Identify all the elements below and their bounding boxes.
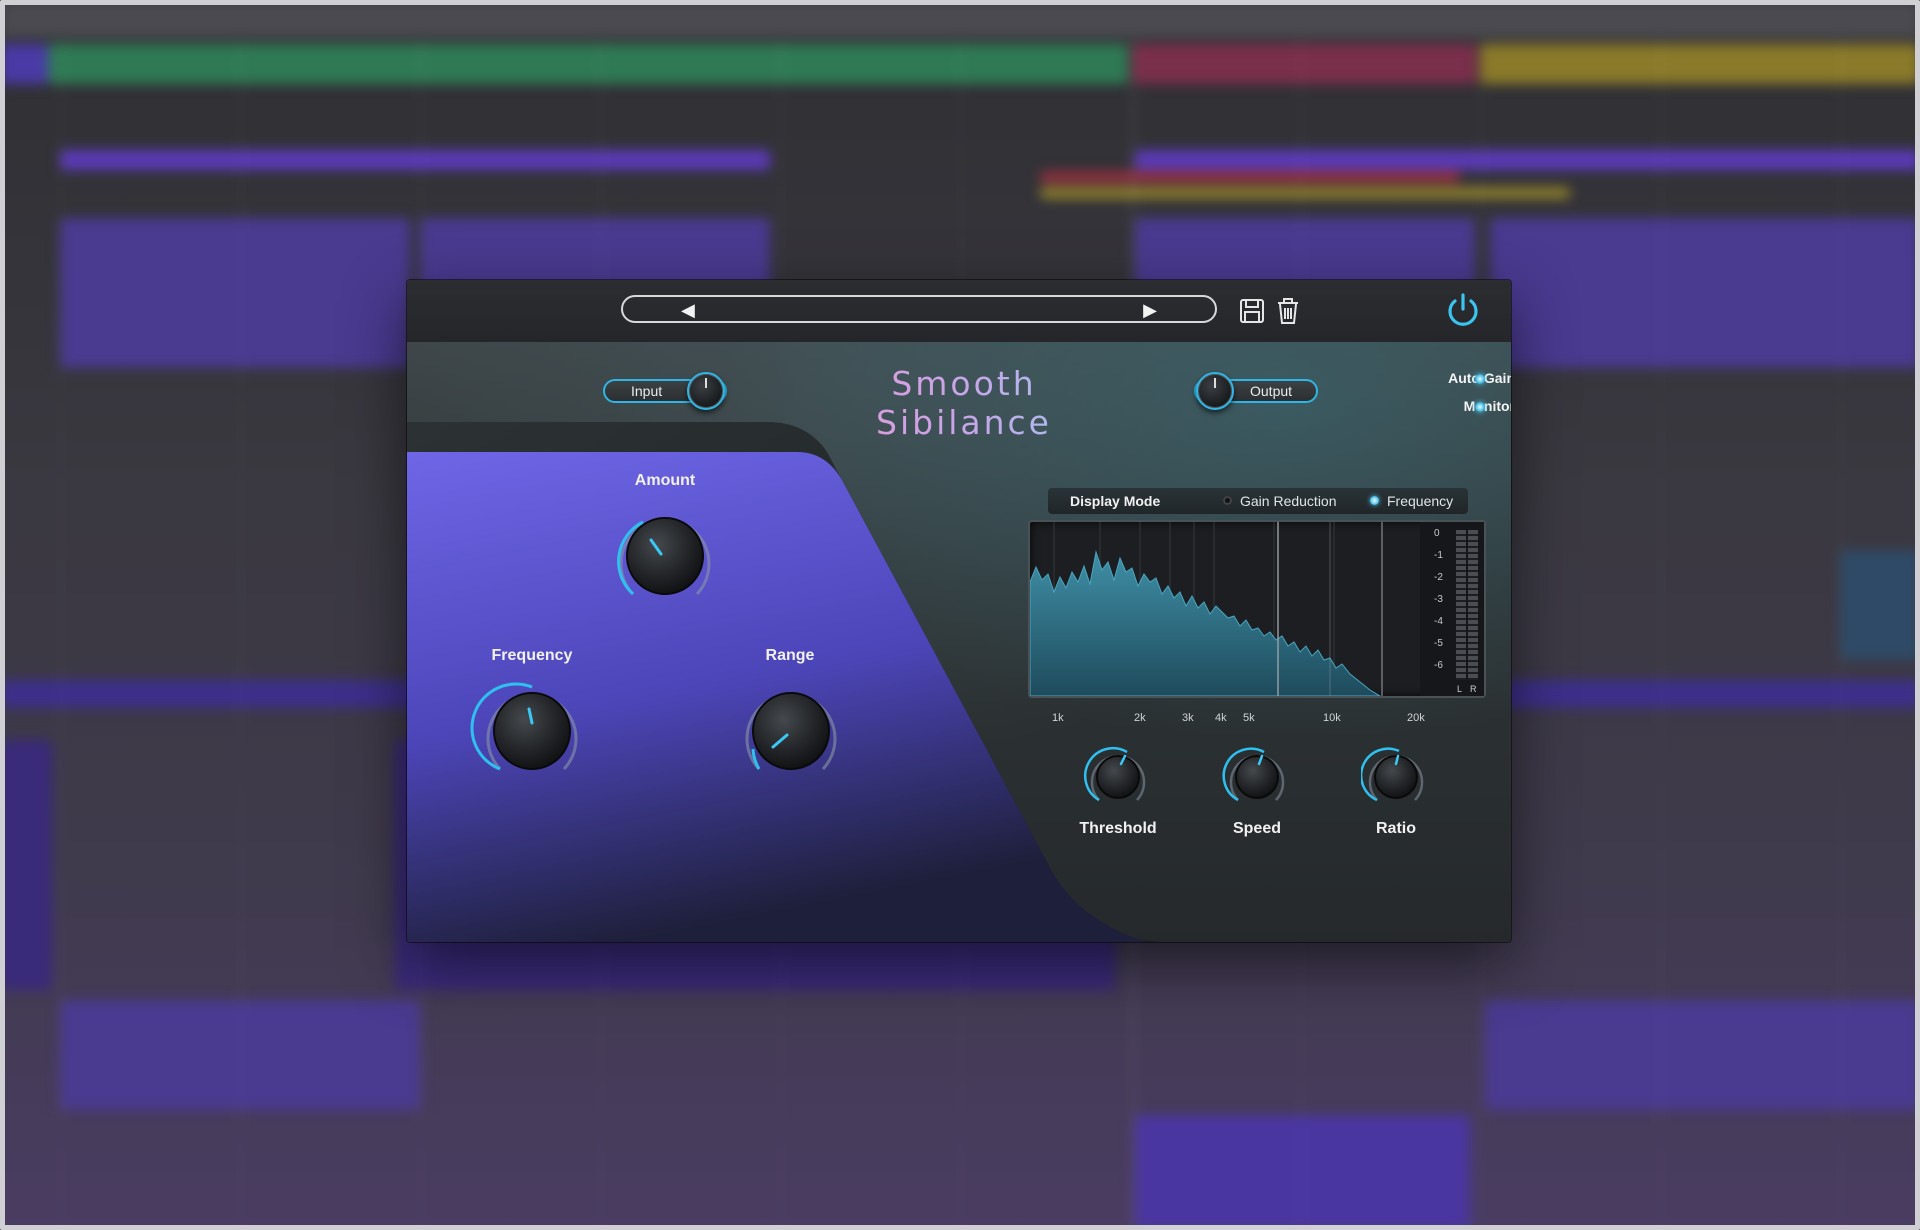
timeline-ruler <box>0 0 1920 38</box>
lane-clip <box>1040 172 1460 182</box>
meter-tick: -6 <box>1434 660 1443 671</box>
gain-reduction-label[interactable]: Gain Reduction <box>1240 493 1337 509</box>
meter-right-label: R <box>1470 684 1477 694</box>
frequency-radio[interactable] <box>1370 496 1379 505</box>
amount-knob[interactable] <box>603 494 727 618</box>
display-mode-bar: Display Mode Gain Reduction Frequency <box>1048 488 1468 514</box>
marker-region-green <box>48 44 1128 84</box>
meter-tick: -4 <box>1434 616 1443 627</box>
input-gain-knob[interactable] <box>687 372 725 410</box>
preset-selector[interactable]: ◀ ▶ <box>621 295 1217 323</box>
audio-clip <box>1840 550 1920 660</box>
gain-reduction-radio[interactable] <box>1223 496 1232 505</box>
freq-tick: 1k <box>1052 712 1064 724</box>
plugin-panel: Input Smooth Sibilance Output Auto Gain … <box>407 342 1511 942</box>
freq-tick: 20k <box>1407 712 1425 724</box>
chevron-right-icon[interactable]: ▶ <box>1143 300 1157 320</box>
meter-tick: -5 <box>1434 638 1443 649</box>
monitor-label: Monitor <box>1463 398 1511 414</box>
ratio-label: Ratio <box>1376 820 1416 837</box>
lane-clip <box>1135 150 1920 170</box>
meter-tick: 0 <box>1434 528 1440 539</box>
power-icon[interactable] <box>1443 290 1483 330</box>
frequency-display-label[interactable]: Frequency <box>1387 493 1453 509</box>
output-label: Output <box>1250 383 1293 399</box>
input-label: Input <box>631 383 663 399</box>
display-mode-label: Display Mode <box>1070 493 1161 509</box>
marker-region-red <box>1132 44 1477 84</box>
freq-tick: 3k <box>1182 712 1194 724</box>
freq-tick: 10k <box>1323 712 1341 724</box>
frequency-label: Frequency <box>491 647 573 664</box>
output-gain-knob[interactable] <box>1196 372 1234 410</box>
midi-clip <box>1135 1115 1470 1230</box>
range-label: Range <box>765 647 815 664</box>
lane-clip <box>1040 188 1570 198</box>
plugin-window: ◀ ▶ Input Smooth Sibilance Output Auto G… <box>407 280 1511 942</box>
auto-gain-toggle[interactable] <box>1475 374 1485 384</box>
range-knob[interactable] <box>729 669 853 793</box>
meter-tick: -1 <box>1434 550 1443 561</box>
frequency-knob[interactable] <box>470 669 594 793</box>
meter-right-bar <box>1468 530 1478 680</box>
plugin-title: Smooth Sibilance <box>804 364 1124 442</box>
threshold-label: Threshold <box>1079 820 1157 837</box>
midi-clip <box>1485 1000 1920 1110</box>
speed-knob[interactable] <box>1222 742 1292 812</box>
input-gain-control[interactable]: Input <box>603 372 727 410</box>
freq-tick: 2k <box>1134 712 1146 724</box>
speed-label: Speed <box>1232 820 1281 837</box>
threshold-knob[interactable] <box>1083 742 1153 812</box>
midi-clip <box>60 218 410 368</box>
amount-label: Amount <box>634 472 696 489</box>
midi-clip <box>1490 218 1920 368</box>
meter-left-bar <box>1456 530 1466 680</box>
meter-tick: -2 <box>1434 572 1443 583</box>
spectrum-graph <box>1030 522 1383 696</box>
output-meter: 0 -1 -2 -3 -4 -5 -6 L R <box>1420 522 1484 696</box>
ratio-knob[interactable] <box>1361 742 1431 812</box>
freq-tick: 5k <box>1243 712 1255 724</box>
monitor-toggle[interactable] <box>1475 402 1485 412</box>
auto-gain-label: Auto Gain <box>1448 370 1511 386</box>
spectrum-display: 0 -1 -2 -3 -4 -5 -6 L R <box>1028 520 1486 698</box>
lane-clip <box>60 150 770 170</box>
meter-tick: -3 <box>1434 594 1443 605</box>
floppy-disk-icon[interactable] <box>1239 297 1265 325</box>
plugin-toolbar: ◀ ▶ <box>407 280 1511 343</box>
freq-tick: 4k <box>1215 712 1227 724</box>
marker-region-blue <box>0 44 48 84</box>
output-gain-control[interactable]: Output <box>1194 372 1318 410</box>
chevron-left-icon[interactable]: ◀ <box>681 300 695 320</box>
trash-icon[interactable] <box>1275 297 1301 325</box>
marker-region-yellow <box>1480 44 1920 84</box>
meter-left-label: L <box>1457 684 1463 694</box>
midi-clip <box>0 740 52 990</box>
